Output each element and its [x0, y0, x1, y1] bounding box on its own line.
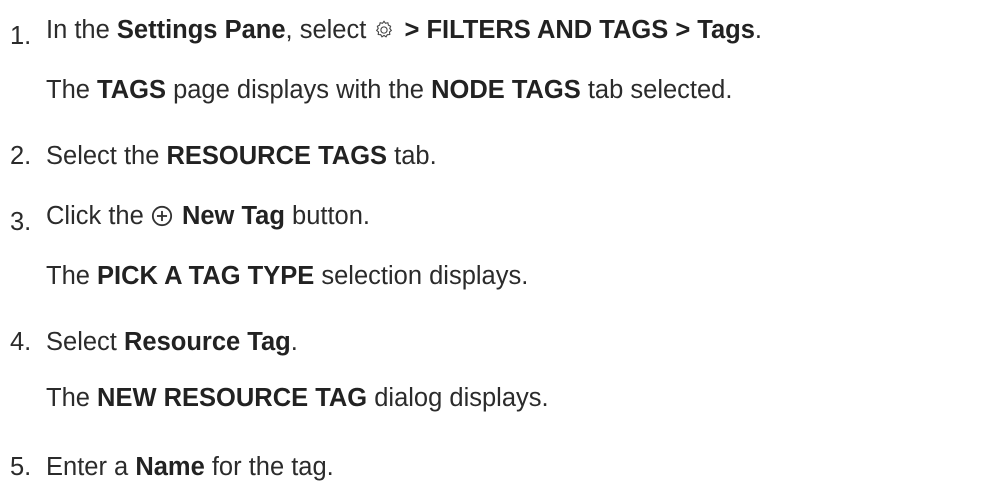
step-text: Select	[46, 328, 124, 356]
step-1-result: The TAGS page displays with the NODE TAG…	[46, 76, 732, 105]
step-number: 1.	[10, 22, 32, 50]
result-text: selection displays.	[314, 262, 529, 290]
result-bold-text: TAGS	[97, 76, 166, 104]
step-bold-text: Resource Tag	[123, 328, 291, 356]
result-text: The	[46, 76, 98, 104]
step-number: 5.	[10, 453, 32, 481]
result-bold-text: NEW RESOURCE TAG	[97, 384, 368, 412]
step-3-result: The PICK A TAG TYPE selection displays.	[46, 262, 528, 291]
step-text: .	[754, 16, 763, 44]
result-bold-text: PICK A TAG TYPE	[97, 262, 315, 290]
step-text: Click the	[46, 202, 151, 230]
step-text: for the tag.	[204, 453, 334, 481]
step-bold-text: > FILTERS AND TAGS > Tags	[397, 16, 755, 44]
step-3: 3. Click the New Tag button.	[10, 202, 370, 236]
step-4-result: The NEW RESOURCE TAG dialog displays.	[46, 384, 549, 413]
step-1: 1. In the Settings Pane, select > FILTERS…	[10, 16, 763, 50]
step-text: button.	[284, 202, 370, 230]
step-text: , select	[285, 16, 374, 44]
step-bold-text: New Tag	[174, 202, 285, 230]
step-text: Enter a	[46, 453, 136, 481]
result-text: The	[46, 384, 98, 412]
result-text: tab selected.	[580, 76, 733, 104]
step-text: tab.	[387, 142, 437, 170]
plus-circle-icon	[151, 205, 173, 234]
step-bold-text: Name	[135, 453, 205, 481]
step-4: 4. Select Resource Tag.	[10, 328, 298, 357]
step-text: .	[290, 328, 298, 356]
result-bold-text: NODE TAGS	[431, 76, 581, 104]
step-bold-text: Settings Pane	[116, 16, 286, 44]
result-text: dialog displays.	[367, 384, 549, 412]
step-text: Select the	[46, 142, 167, 170]
step-bold-text: RESOURCE TAGS	[166, 142, 388, 170]
step-2: 2. Select the RESOURCE TAGS tab.	[10, 142, 437, 171]
result-text: page displays with the	[165, 76, 432, 104]
gear-icon	[373, 19, 395, 48]
result-text: The	[46, 262, 98, 290]
step-text: In the	[46, 16, 117, 44]
step-5: 5. Enter a Name for the tag.	[10, 453, 334, 482]
step-number: 4.	[10, 328, 32, 356]
step-number: 2.	[10, 142, 32, 170]
step-number: 3.	[10, 208, 32, 236]
